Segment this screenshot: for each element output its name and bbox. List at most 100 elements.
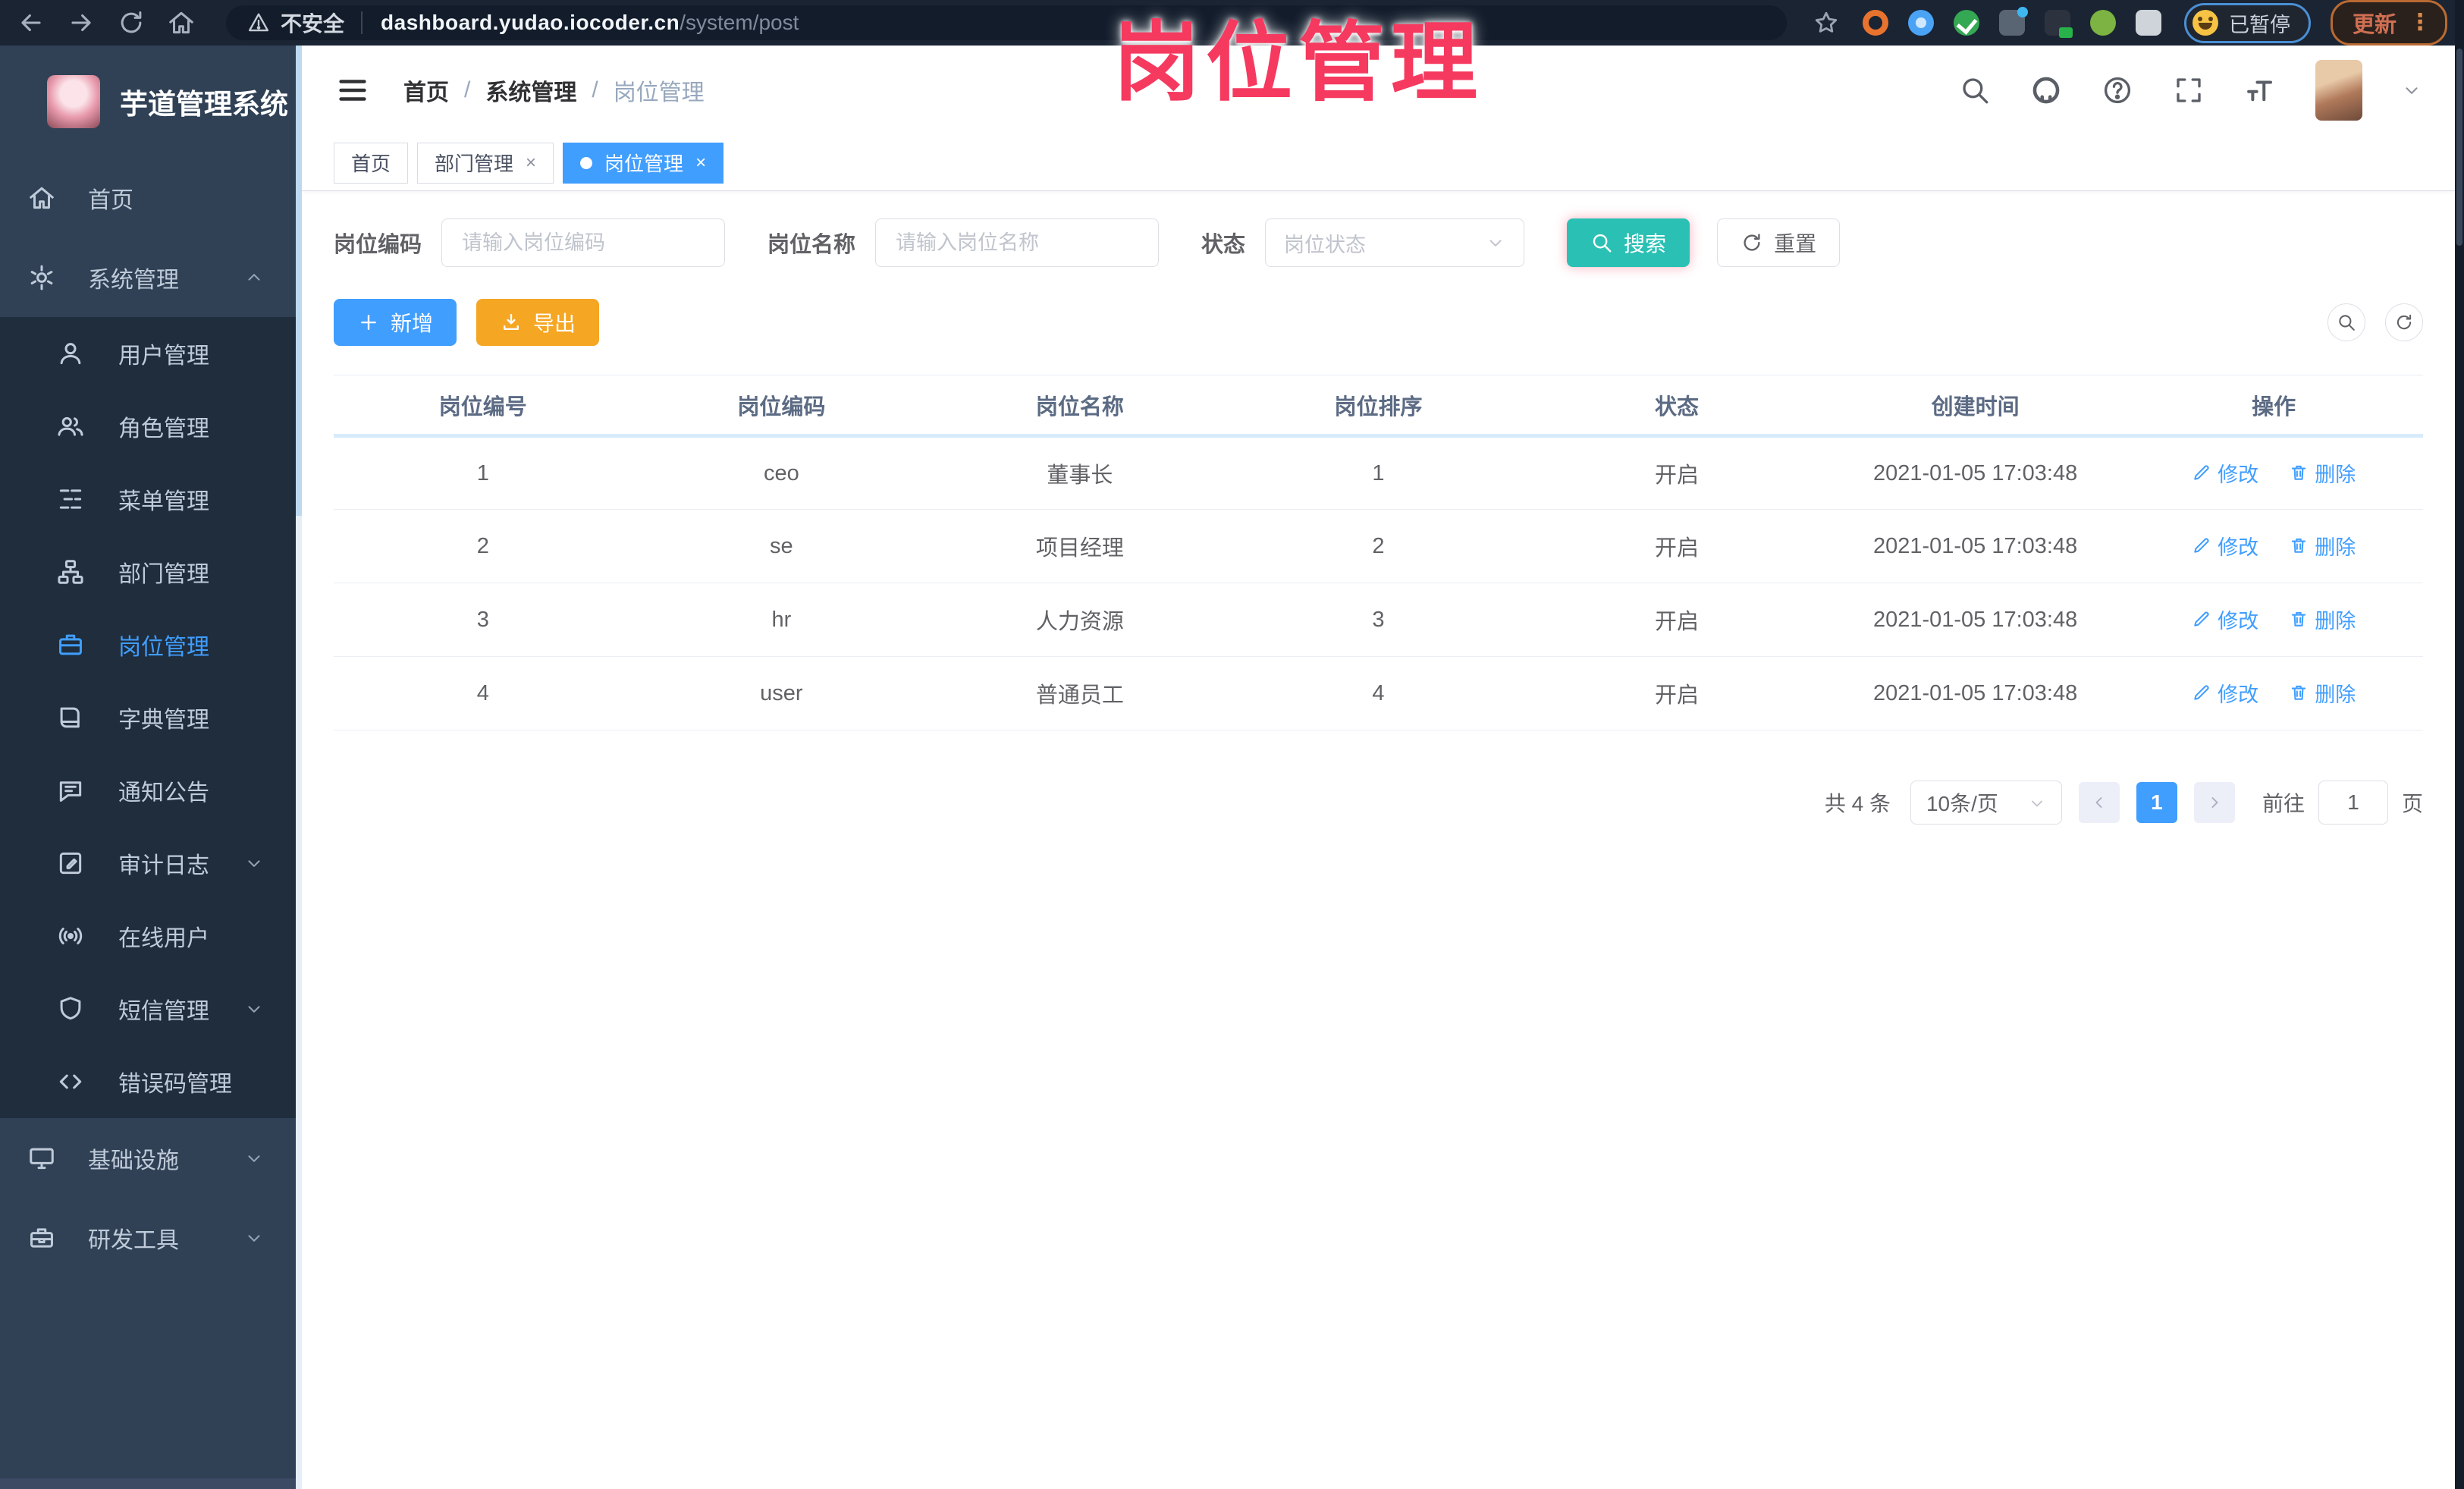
sidebar-item-dev-tools[interactable]: 研发工具 bbox=[0, 1198, 296, 1277]
sidebar-item-label: 字典管理 bbox=[118, 708, 209, 733]
sidebar-item-error-codes[interactable]: 错误码管理 bbox=[0, 1045, 296, 1118]
fullscreen-icon[interactable] bbox=[2173, 74, 2205, 106]
filter-post-code: 岗位编码 bbox=[334, 218, 726, 267]
edit-link[interactable]: 修改 bbox=[2192, 531, 2258, 561]
sidebar-item-posts[interactable]: 岗位管理 bbox=[0, 608, 296, 681]
magnifier-icon bbox=[1590, 231, 1613, 254]
message-icon bbox=[56, 776, 85, 805]
col-post-sort: 岗位排序 bbox=[1229, 375, 1528, 438]
edit-link[interactable]: 修改 bbox=[2192, 458, 2258, 488]
back-icon[interactable] bbox=[17, 8, 46, 37]
delete-link[interactable]: 删除 bbox=[2289, 678, 2356, 708]
delete-link[interactable]: 删除 bbox=[2289, 458, 2356, 488]
reset-button[interactable]: 重置 bbox=[1717, 218, 1841, 267]
table-toolbar: 新增 导出 bbox=[334, 299, 2423, 346]
chevron-down-icon bbox=[244, 853, 264, 873]
tab-post[interactable]: 岗位管理 × bbox=[563, 142, 724, 184]
sidebar-item-users[interactable]: 用户管理 bbox=[0, 317, 296, 390]
sidebar-item-roles[interactable]: 角色管理 bbox=[0, 390, 296, 463]
filter-form: 岗位编码 岗位名称 状态 岗位状态 搜索 重置 bbox=[334, 218, 2423, 267]
update-button[interactable]: 更新 ⋮ bbox=[2330, 0, 2447, 46]
chevron-down-icon bbox=[244, 1148, 264, 1168]
user-avatar[interactable] bbox=[2315, 60, 2362, 121]
app-logo[interactable]: 芋道管理系统 bbox=[0, 46, 296, 138]
sidebar-scrollbar-thumb[interactable] bbox=[296, 46, 302, 516]
tab-home[interactable]: 首页 bbox=[334, 142, 409, 184]
help-icon[interactable] bbox=[2101, 74, 2133, 106]
extension-pin-icon[interactable] bbox=[1907, 10, 1934, 36]
sidebar-item-notices[interactable]: 通知公告 bbox=[0, 754, 296, 827]
browser-toolbar: 不安全 dashboard.yudao.iocoder.cn/system/po… bbox=[0, 0, 2464, 46]
export-button-label: 导出 bbox=[533, 312, 576, 335]
delete-link[interactable]: 删除 bbox=[2289, 531, 2356, 561]
edit-label: 修改 bbox=[2218, 683, 2259, 706]
browser-menu-icon[interactable]: ⋮ bbox=[2409, 11, 2431, 34]
edit-link[interactable]: 修改 bbox=[2192, 605, 2258, 634]
browser-scrollbar[interactable] bbox=[2455, 0, 2464, 1489]
page-size-select[interactable]: 10条/页 bbox=[1910, 781, 2062, 825]
toggle-search-button[interactable] bbox=[2327, 303, 2365, 341]
address-bar[interactable]: 不安全 dashboard.yudao.iocoder.cn/system/po… bbox=[226, 5, 1787, 40]
cell-code: hr bbox=[632, 583, 931, 657]
scrollbar-thumb[interactable] bbox=[2456, 49, 2462, 246]
breadcrumb-home[interactable]: 首页 bbox=[403, 74, 449, 107]
post-code-input[interactable] bbox=[441, 218, 726, 267]
extension-people-icon[interactable] bbox=[1998, 7, 2028, 36]
system-submenu: 用户管理 角色管理 菜单管理 部门管理 岗位管理 字典管理 通知公告 审计日志 … bbox=[0, 317, 296, 1118]
breadcrumb-current: 岗位管理 bbox=[613, 80, 705, 105]
home-icon[interactable] bbox=[167, 8, 196, 37]
close-icon[interactable]: × bbox=[695, 153, 706, 172]
sidebar-item-infrastructure[interactable]: 基础设施 bbox=[0, 1118, 296, 1198]
cell-sort: 4 bbox=[1229, 656, 1528, 730]
reload-icon[interactable] bbox=[117, 8, 146, 37]
sidebar-item-online-users[interactable]: 在线用户 bbox=[0, 900, 296, 972]
cell-created: 2021-01-05 17:03:48 bbox=[1825, 656, 2125, 730]
extension-orange-icon[interactable] bbox=[1862, 10, 1888, 36]
sidebar-item-sms[interactable]: 短信管理 bbox=[0, 972, 296, 1045]
sidebar-item-label: 研发工具 bbox=[88, 1227, 179, 1253]
hamburger-icon[interactable] bbox=[335, 73, 370, 108]
search-button[interactable]: 搜索 bbox=[1567, 218, 1690, 267]
filter-post-name: 岗位名称 bbox=[767, 218, 1160, 267]
sidebar-item-dict[interactable]: 字典管理 bbox=[0, 681, 296, 754]
breadcrumb: 首页 / 系统管理 / 岗位管理 bbox=[403, 74, 705, 107]
briefcase-icon bbox=[56, 630, 85, 659]
cell-no: 1 bbox=[334, 435, 632, 510]
cell-sort: 3 bbox=[1229, 583, 1528, 657]
sidebar-item-menus[interactable]: 菜单管理 bbox=[0, 463, 296, 536]
next-page-button[interactable] bbox=[2193, 782, 2235, 823]
prev-page-button[interactable] bbox=[2078, 782, 2120, 823]
extension-check-icon[interactable] bbox=[1953, 10, 1979, 36]
sidebar-item-home[interactable]: 首页 bbox=[0, 158, 296, 237]
forward-icon[interactable] bbox=[67, 8, 96, 37]
sidebar-item-label: 短信管理 bbox=[118, 999, 209, 1024]
extension-tag-manager-icon[interactable] bbox=[2044, 10, 2073, 38]
sidebar-scrollbar[interactable] bbox=[296, 46, 302, 1489]
paused-badge[interactable]: 已暂停 bbox=[2183, 2, 2311, 43]
export-button[interactable]: 导出 bbox=[476, 299, 600, 346]
bookmark-star-icon[interactable] bbox=[1813, 9, 1840, 36]
update-label: 更新 bbox=[2352, 13, 2397, 37]
tab-dept[interactable]: 部门管理 × bbox=[417, 142, 554, 184]
current-page[interactable]: 1 bbox=[2136, 782, 2177, 823]
close-icon[interactable]: × bbox=[526, 153, 536, 172]
caret-down-icon[interactable] bbox=[2402, 80, 2422, 100]
search-icon[interactable] bbox=[1959, 74, 1991, 106]
post-code-label: 岗位编码 bbox=[334, 233, 422, 257]
post-name-input[interactable] bbox=[875, 218, 1160, 267]
sidebar-item-departments[interactable]: 部门管理 bbox=[0, 536, 296, 608]
breadcrumb-system[interactable]: 系统管理 bbox=[485, 74, 576, 107]
extension-puzzle-icon[interactable] bbox=[2135, 10, 2161, 36]
add-button[interactable]: 新增 bbox=[334, 299, 457, 346]
edit-link[interactable]: 修改 bbox=[2192, 678, 2258, 708]
refresh-table-button[interactable] bbox=[2385, 303, 2423, 341]
font-size-icon[interactable] bbox=[2244, 74, 2276, 106]
github-icon[interactable] bbox=[2030, 74, 2062, 106]
delete-link[interactable]: 删除 bbox=[2289, 605, 2356, 634]
sidebar-item-label: 用户管理 bbox=[118, 344, 209, 369]
sidebar-item-audit-log[interactable]: 审计日志 bbox=[0, 827, 296, 900]
sidebar-item-system[interactable]: 系统管理 bbox=[0, 237, 296, 317]
goto-page-input[interactable] bbox=[2318, 781, 2388, 825]
extension-leaf-icon[interactable] bbox=[2089, 10, 2116, 36]
status-select[interactable]: 岗位状态 bbox=[1265, 218, 1525, 267]
